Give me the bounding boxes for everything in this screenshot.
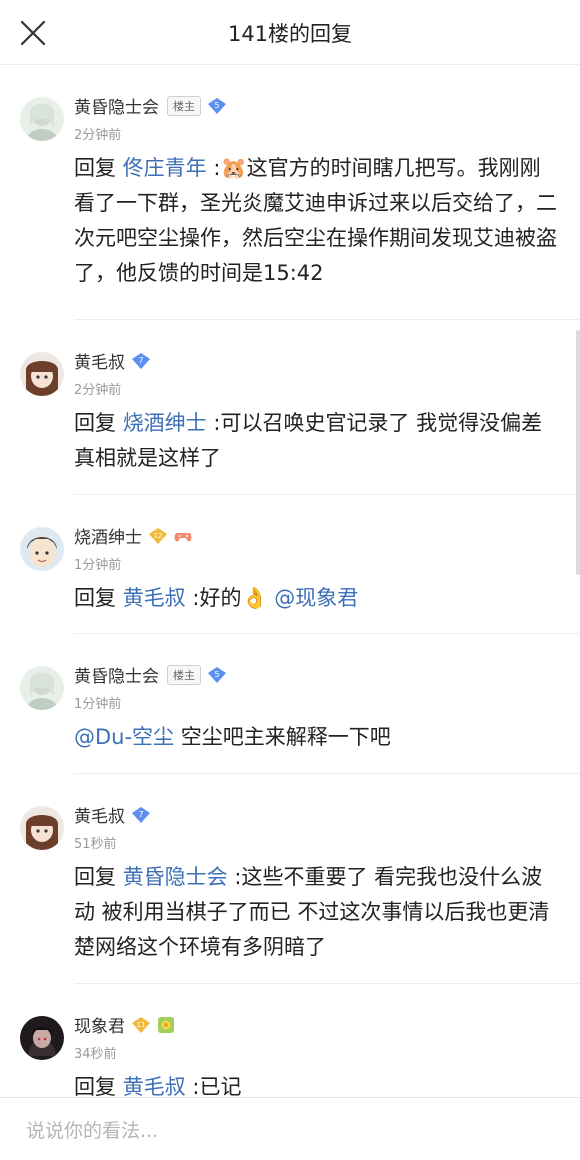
username[interactable]: 黄昏隐士会 (74, 93, 159, 118)
reply-list: 黄昏隐士会 楼主 5 2分钟前 回复 佟庄青年 :🐹这官方的时间瞎几把写。我刚刚看… (0, 65, 580, 1114)
reply-prefix: 回复 (74, 1075, 116, 1099)
reply-meta: 黄毛叔 7 2分钟前 (74, 348, 560, 398)
reply-item[interactable]: 现象君 11 34秒前 回复 黄毛叔 :已记 (0, 984, 580, 1114)
reply-meta: 黄毛叔 7 51秒前 (74, 802, 560, 852)
level-number: 7 (138, 356, 143, 365)
avatar[interactable] (20, 666, 64, 710)
level-number: 7 (138, 810, 143, 819)
reply-content: 回复 黄毛叔 :好的👌 @现象君 (74, 581, 560, 616)
reply-meta: 烧酒绅士 12 1分钟前 (74, 523, 560, 573)
level-number: 12 (154, 532, 163, 540)
reply-content: @Du-空尘 空尘吧主来解释一下吧 (74, 720, 560, 755)
reply-prefix: 回复 (74, 586, 116, 610)
reply-content: 回复 黄昏隐士会 :这些不重要了 看完我也没什么波动 被利用当棋子了而已 不过这… (74, 860, 560, 965)
reply-text: :已记 (185, 1075, 242, 1099)
reply-prefix: 回复 (74, 156, 116, 180)
top-bar: 141楼的回复 (0, 0, 580, 65)
mention-link[interactable]: 黄毛叔 (123, 586, 186, 610)
avatar[interactable] (20, 806, 64, 850)
level-badge-icon: 11 (131, 1016, 151, 1034)
level-badge-icon: 5 (207, 666, 227, 684)
username[interactable]: 黄昏隐士会 (74, 662, 159, 687)
avatar[interactable] (20, 97, 64, 141)
reply-prefix: 回复 (74, 411, 116, 435)
game-controller-icon (174, 527, 192, 545)
reply-item[interactable]: 黄毛叔 7 2分钟前 回复 烧酒绅士 :可以召唤史官记录了 我觉得没偏差真相就是… (0, 320, 580, 495)
level-badge-icon: 5 (207, 97, 227, 115)
reply-item[interactable]: 黄昏隐士会 楼主 5 1分钟前 @Du-空尘 空尘吧主来解释一下吧 (0, 634, 580, 774)
reply-content: 回复 烧酒绅士 :可以召唤史官记录了 我觉得没偏差真相就是这样了 (74, 406, 560, 476)
reply-text: 空尘吧主来解释一下吧 (174, 725, 391, 749)
timestamp: 2分钟前 (74, 128, 122, 143)
timestamp: 51秒前 (74, 837, 117, 852)
reply-meta: 现象君 11 34秒前 (74, 1012, 560, 1062)
level-badge-icon: 12 (148, 527, 168, 545)
username[interactable]: 黄毛叔 (74, 802, 125, 827)
timestamp: 34秒前 (74, 1047, 117, 1062)
username[interactable]: 烧酒绅士 (74, 523, 142, 548)
mention-link[interactable]: 佟庄青年 (123, 156, 207, 180)
level-number: 5 (214, 670, 219, 679)
avatar[interactable] (20, 1016, 64, 1060)
mention-link[interactable]: @Du-空尘 (74, 725, 174, 749)
owner-badge: 楼主 (167, 95, 201, 116)
timestamp: 1分钟前 (74, 558, 122, 573)
username[interactable]: 黄毛叔 (74, 348, 125, 373)
reply-prefix: 回复 (74, 865, 116, 889)
level-number: 11 (137, 1021, 146, 1029)
username[interactable]: 现象君 (74, 1012, 125, 1037)
avatar[interactable] (20, 527, 64, 571)
timestamp: 2分钟前 (74, 383, 122, 398)
reply-meta: 黄昏隐士会 楼主 5 2分钟前 (74, 93, 560, 143)
level-badge-icon: 7 (131, 806, 151, 824)
reply-item[interactable]: 黄昏隐士会 楼主 5 2分钟前 回复 佟庄青年 :🐹这官方的时间瞎几把写。我刚刚看… (0, 65, 580, 320)
avatar[interactable] (20, 352, 64, 396)
comment-input[interactable]: 说说你的看法... (26, 1116, 158, 1143)
level-badge-icon: 7 (131, 352, 151, 370)
mention-link[interactable]: 烧酒绅士 (123, 411, 207, 435)
reply-text: :好的👌 (185, 586, 268, 610)
level-number: 5 (214, 101, 219, 110)
owner-badge: 楼主 (167, 664, 201, 685)
reply-item[interactable]: 黄毛叔 7 51秒前 回复 黄昏隐士会 :这些不重要了 看完我也没什么波动 被利… (0, 774, 580, 984)
reply-meta: 黄昏隐士会 楼主 5 1分钟前 (74, 662, 560, 712)
timestamp: 1分钟前 (74, 697, 122, 712)
reply-item[interactable]: 烧酒绅士 12 1分钟前 回复 黄毛叔 :好的👌 @现象君 (0, 495, 580, 634)
mention-link[interactable]: 黄昏隐士会 (123, 865, 228, 889)
mention-link[interactable]: @现象君 (274, 586, 358, 610)
mention-link[interactable]: 黄毛叔 (123, 1075, 186, 1099)
reply-content: 回复 佟庄青年 :🐹这官方的时间瞎几把写。我刚刚看了一下群，圣光炎魔艾迪申诉过来… (74, 151, 560, 291)
scrollbar[interactable] (576, 330, 580, 575)
member-badge-icon (157, 1016, 175, 1034)
comment-input-bar[interactable]: 说说你的看法... (0, 1097, 580, 1160)
page-title: 141楼的回复 (227, 22, 353, 46)
